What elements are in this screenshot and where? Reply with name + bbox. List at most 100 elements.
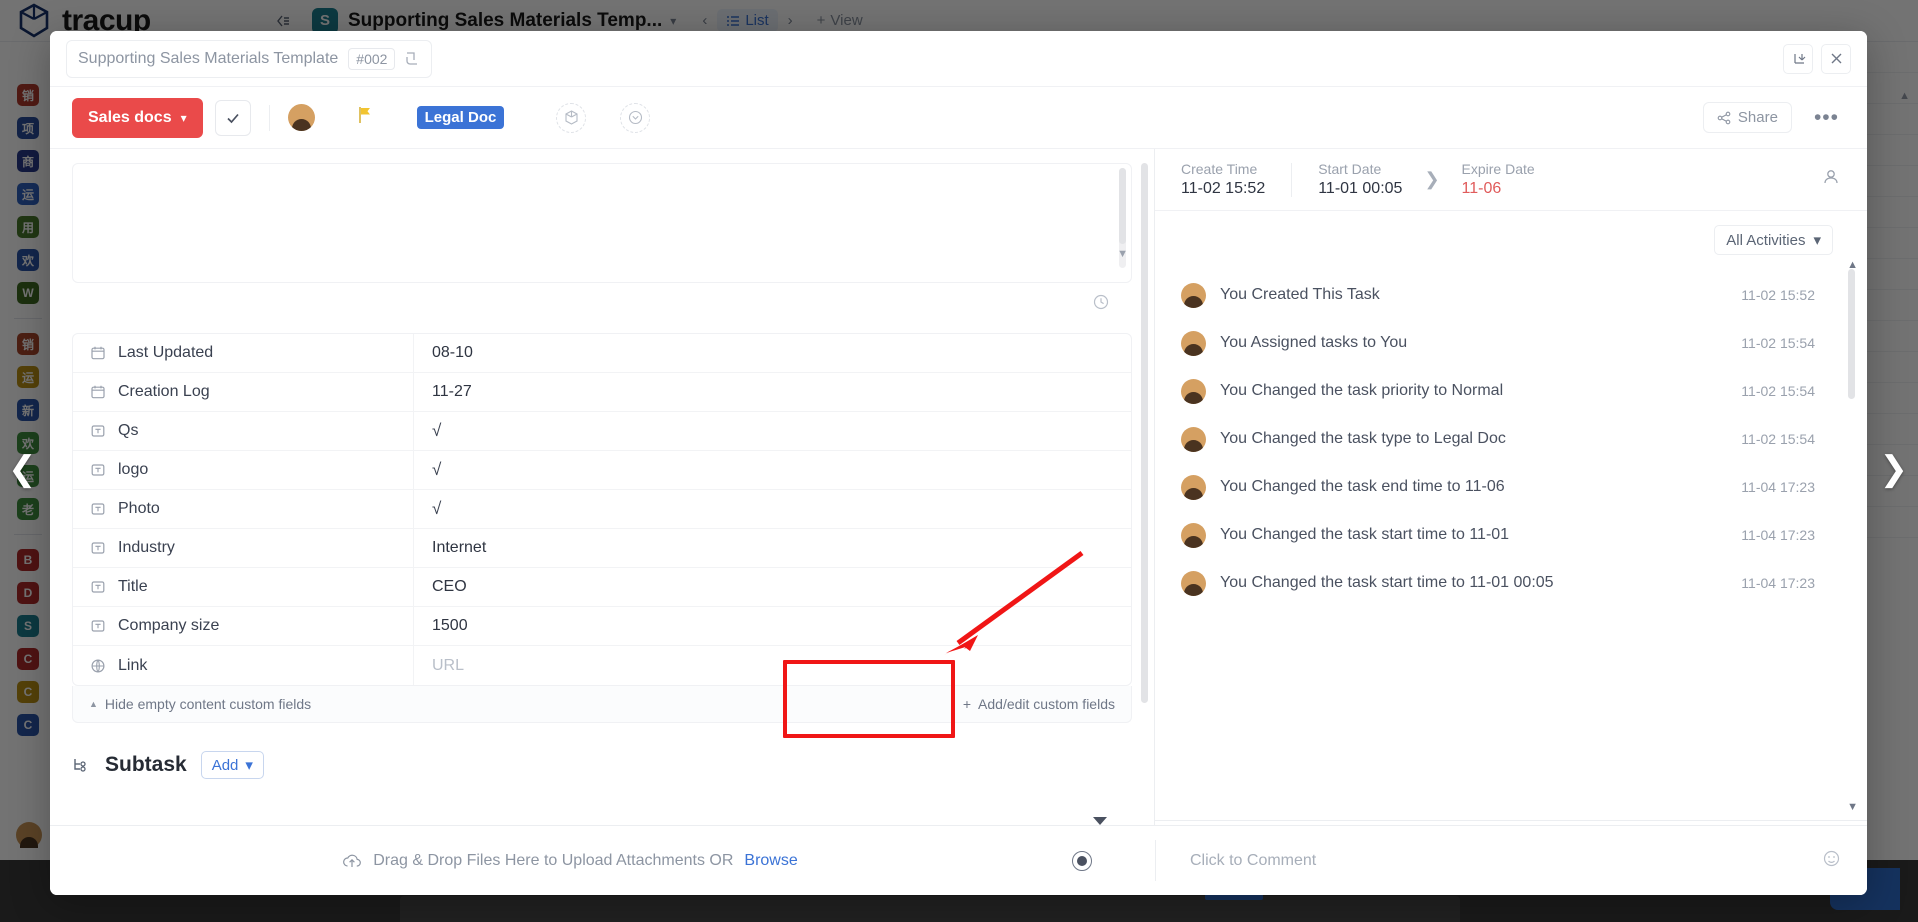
cube-icon[interactable] bbox=[556, 102, 587, 133]
add-subtask-label: Add bbox=[211, 756, 239, 774]
custom-field-name-cell: Title bbox=[73, 568, 414, 606]
activity-scroll-down-icon[interactable]: ▼ bbox=[1847, 801, 1858, 813]
modal-body: ▼ Last Updated 08-10 Creation Log 11-27 Qs √ l… bbox=[50, 149, 1867, 825]
subtask-section: Subtask Add ▾ bbox=[72, 751, 1132, 779]
text-icon bbox=[90, 462, 106, 478]
calendar-icon bbox=[90, 384, 106, 400]
file-dropzone[interactable]: Drag & Drop Files Here to Upload Attachm… bbox=[50, 852, 1090, 870]
custom-field-value-cell[interactable]: Internet bbox=[414, 529, 1131, 567]
close-icon[interactable] bbox=[1821, 43, 1851, 74]
custom-field-value-cell[interactable]: √ bbox=[414, 412, 1131, 450]
text-icon bbox=[90, 423, 106, 439]
text-icon bbox=[90, 579, 106, 595]
custom-field-row[interactable]: Last Updated 08-10 bbox=[73, 334, 1131, 373]
activity-text: You Created This Task bbox=[1220, 286, 1380, 303]
hide-empty-label: Hide empty content custom fields bbox=[104, 696, 312, 712]
custom-field-row[interactable]: Industry Internet bbox=[73, 529, 1131, 568]
toolbar-divider bbox=[268, 104, 270, 131]
custom-field-value-cell[interactable]: √ bbox=[414, 451, 1131, 489]
expire-date-block[interactable]: Expire Date 11-06 bbox=[1462, 161, 1535, 198]
window-controls bbox=[1783, 43, 1851, 74]
footer-divider bbox=[1155, 840, 1156, 881]
custom-field-value-cell[interactable]: √ bbox=[414, 490, 1131, 528]
task-title-field[interactable]: Supporting Sales Materials Template #002 bbox=[66, 39, 433, 78]
left-scroll-area: ▼ Last Updated 08-10 Creation Log 11-27 Qs √ l… bbox=[50, 149, 1154, 825]
toolbar-right-group: Share ••• bbox=[1702, 102, 1845, 133]
custom-field-name-cell: Creation Log bbox=[73, 373, 414, 411]
task-type-tag[interactable]: Legal Doc bbox=[416, 106, 505, 129]
upload-cloud-icon bbox=[343, 854, 362, 867]
custom-field-value-cell[interactable]: 1500 bbox=[414, 607, 1131, 645]
custom-field-row[interactable]: logo √ bbox=[73, 451, 1131, 490]
custom-field-row[interactable]: Title CEO bbox=[73, 568, 1131, 607]
activity-item: You Changed the task type to Legal Doc 11… bbox=[1181, 415, 1841, 463]
add-edit-fields-button[interactable]: + Add/edit custom fields bbox=[963, 696, 1115, 712]
custom-field-value-cell[interactable]: CEO bbox=[414, 568, 1131, 606]
custom-field-name-cell: Company size bbox=[73, 607, 414, 645]
task-detail-left-pane: ▼ Last Updated 08-10 Creation Log 11-27 Qs √ l… bbox=[50, 149, 1155, 825]
custom-field-label: Creation Log bbox=[118, 383, 210, 400]
share-label: Share bbox=[1737, 109, 1778, 126]
description-scrollbar-thumb[interactable] bbox=[1119, 168, 1126, 244]
next-task-chevron-icon[interactable]: ❯ bbox=[1880, 452, 1909, 486]
activity-bottom-divider bbox=[1155, 820, 1867, 821]
activity-time: 11-04 17:23 bbox=[1741, 527, 1815, 543]
activity-text: You Changed the task start time to 11-01 bbox=[1220, 526, 1510, 543]
description-history-row bbox=[50, 293, 1132, 311]
custom-field-row[interactable]: Qs √ bbox=[73, 412, 1131, 451]
clock-circle-icon[interactable] bbox=[620, 102, 651, 133]
custom-field-name-cell: Photo bbox=[73, 490, 414, 528]
minimize-icon[interactable] bbox=[1783, 43, 1813, 74]
activity-scrollbar-thumb[interactable] bbox=[1848, 269, 1855, 399]
custom-field-name-cell: logo bbox=[73, 451, 414, 489]
activity-time: 11-04 17:23 bbox=[1741, 575, 1815, 591]
custom-field-name-cell: Last Updated bbox=[73, 334, 414, 372]
mark-complete-button[interactable] bbox=[214, 99, 251, 136]
custom-field-name-cell: Link bbox=[73, 646, 414, 685]
prev-task-chevron-icon[interactable]: ❮ bbox=[8, 452, 37, 486]
custom-fields-table: Last Updated 08-10 Creation Log 11-27 Qs √ log… bbox=[72, 333, 1132, 686]
description-scroll-down-icon[interactable]: ▼ bbox=[1117, 248, 1128, 260]
expand-icon[interactable] bbox=[405, 51, 420, 66]
chevron-down-icon: ▾ bbox=[245, 757, 253, 774]
custom-field-value-cell[interactable]: 11-27 bbox=[414, 373, 1131, 411]
custom-field-label: Title bbox=[118, 578, 148, 595]
description-editor[interactable]: ▼ bbox=[72, 163, 1132, 283]
more-options-button[interactable]: ••• bbox=[1808, 106, 1845, 130]
footer-collapse-icon[interactable] bbox=[1093, 817, 1107, 825]
activity-avatar bbox=[1181, 282, 1206, 308]
activity-avatar bbox=[1181, 426, 1206, 452]
custom-field-row[interactable]: Link URL bbox=[73, 646, 1131, 685]
start-date-block[interactable]: Start Date 11-01 00:05 bbox=[1318, 161, 1402, 198]
activity-filter-dropdown[interactable]: All Activities ▾ bbox=[1714, 225, 1833, 255]
text-icon bbox=[90, 501, 106, 517]
status-label: Sales docs bbox=[88, 108, 172, 126]
activity-list: You Created This Task 11-02 15:52 You Assi… bbox=[1181, 271, 1841, 607]
assignee-avatar[interactable] bbox=[287, 104, 315, 131]
custom-field-label: Industry bbox=[118, 539, 175, 556]
history-clock-icon[interactable] bbox=[1092, 293, 1110, 311]
browse-link[interactable]: Browse bbox=[744, 852, 797, 870]
emoji-icon[interactable] bbox=[1822, 849, 1841, 873]
status-dropdown-button[interactable]: Sales docs ▾ bbox=[72, 97, 203, 138]
task-detail-modal: Supporting Sales Materials Template #002… bbox=[50, 31, 1867, 895]
custom-field-row[interactable]: Company size 1500 bbox=[73, 607, 1131, 646]
add-watcher-icon[interactable] bbox=[1821, 167, 1841, 192]
custom-field-row[interactable]: Creation Log 11-27 bbox=[73, 373, 1131, 412]
hide-empty-fields-button[interactable]: ▲ Hide empty content custom fields bbox=[89, 696, 311, 712]
add-subtask-button[interactable]: Add ▾ bbox=[200, 751, 264, 779]
create-time-value: 11-02 15:52 bbox=[1181, 180, 1266, 197]
modal-titlebar: Supporting Sales Materials Template #002 bbox=[50, 31, 1867, 87]
left-scrollbar-thumb[interactable] bbox=[1141, 163, 1148, 703]
comment-input[interactable]: Click to Comment bbox=[1190, 852, 1316, 870]
custom-field-value-cell[interactable]: URL bbox=[414, 646, 1131, 685]
custom-field-row[interactable]: Photo √ bbox=[73, 490, 1131, 529]
text-icon bbox=[90, 618, 106, 634]
custom-field-value-cell[interactable]: 08-10 bbox=[414, 334, 1131, 372]
share-button[interactable]: Share bbox=[1702, 102, 1792, 133]
expire-date-value: 11-06 bbox=[1461, 180, 1502, 197]
record-icon[interactable] bbox=[1072, 850, 1092, 871]
calendar-icon bbox=[90, 345, 106, 361]
dates-bar: Create Time 11-02 15:52 Start Date 11-01… bbox=[1155, 149, 1867, 211]
flag-icon[interactable] bbox=[355, 105, 375, 131]
